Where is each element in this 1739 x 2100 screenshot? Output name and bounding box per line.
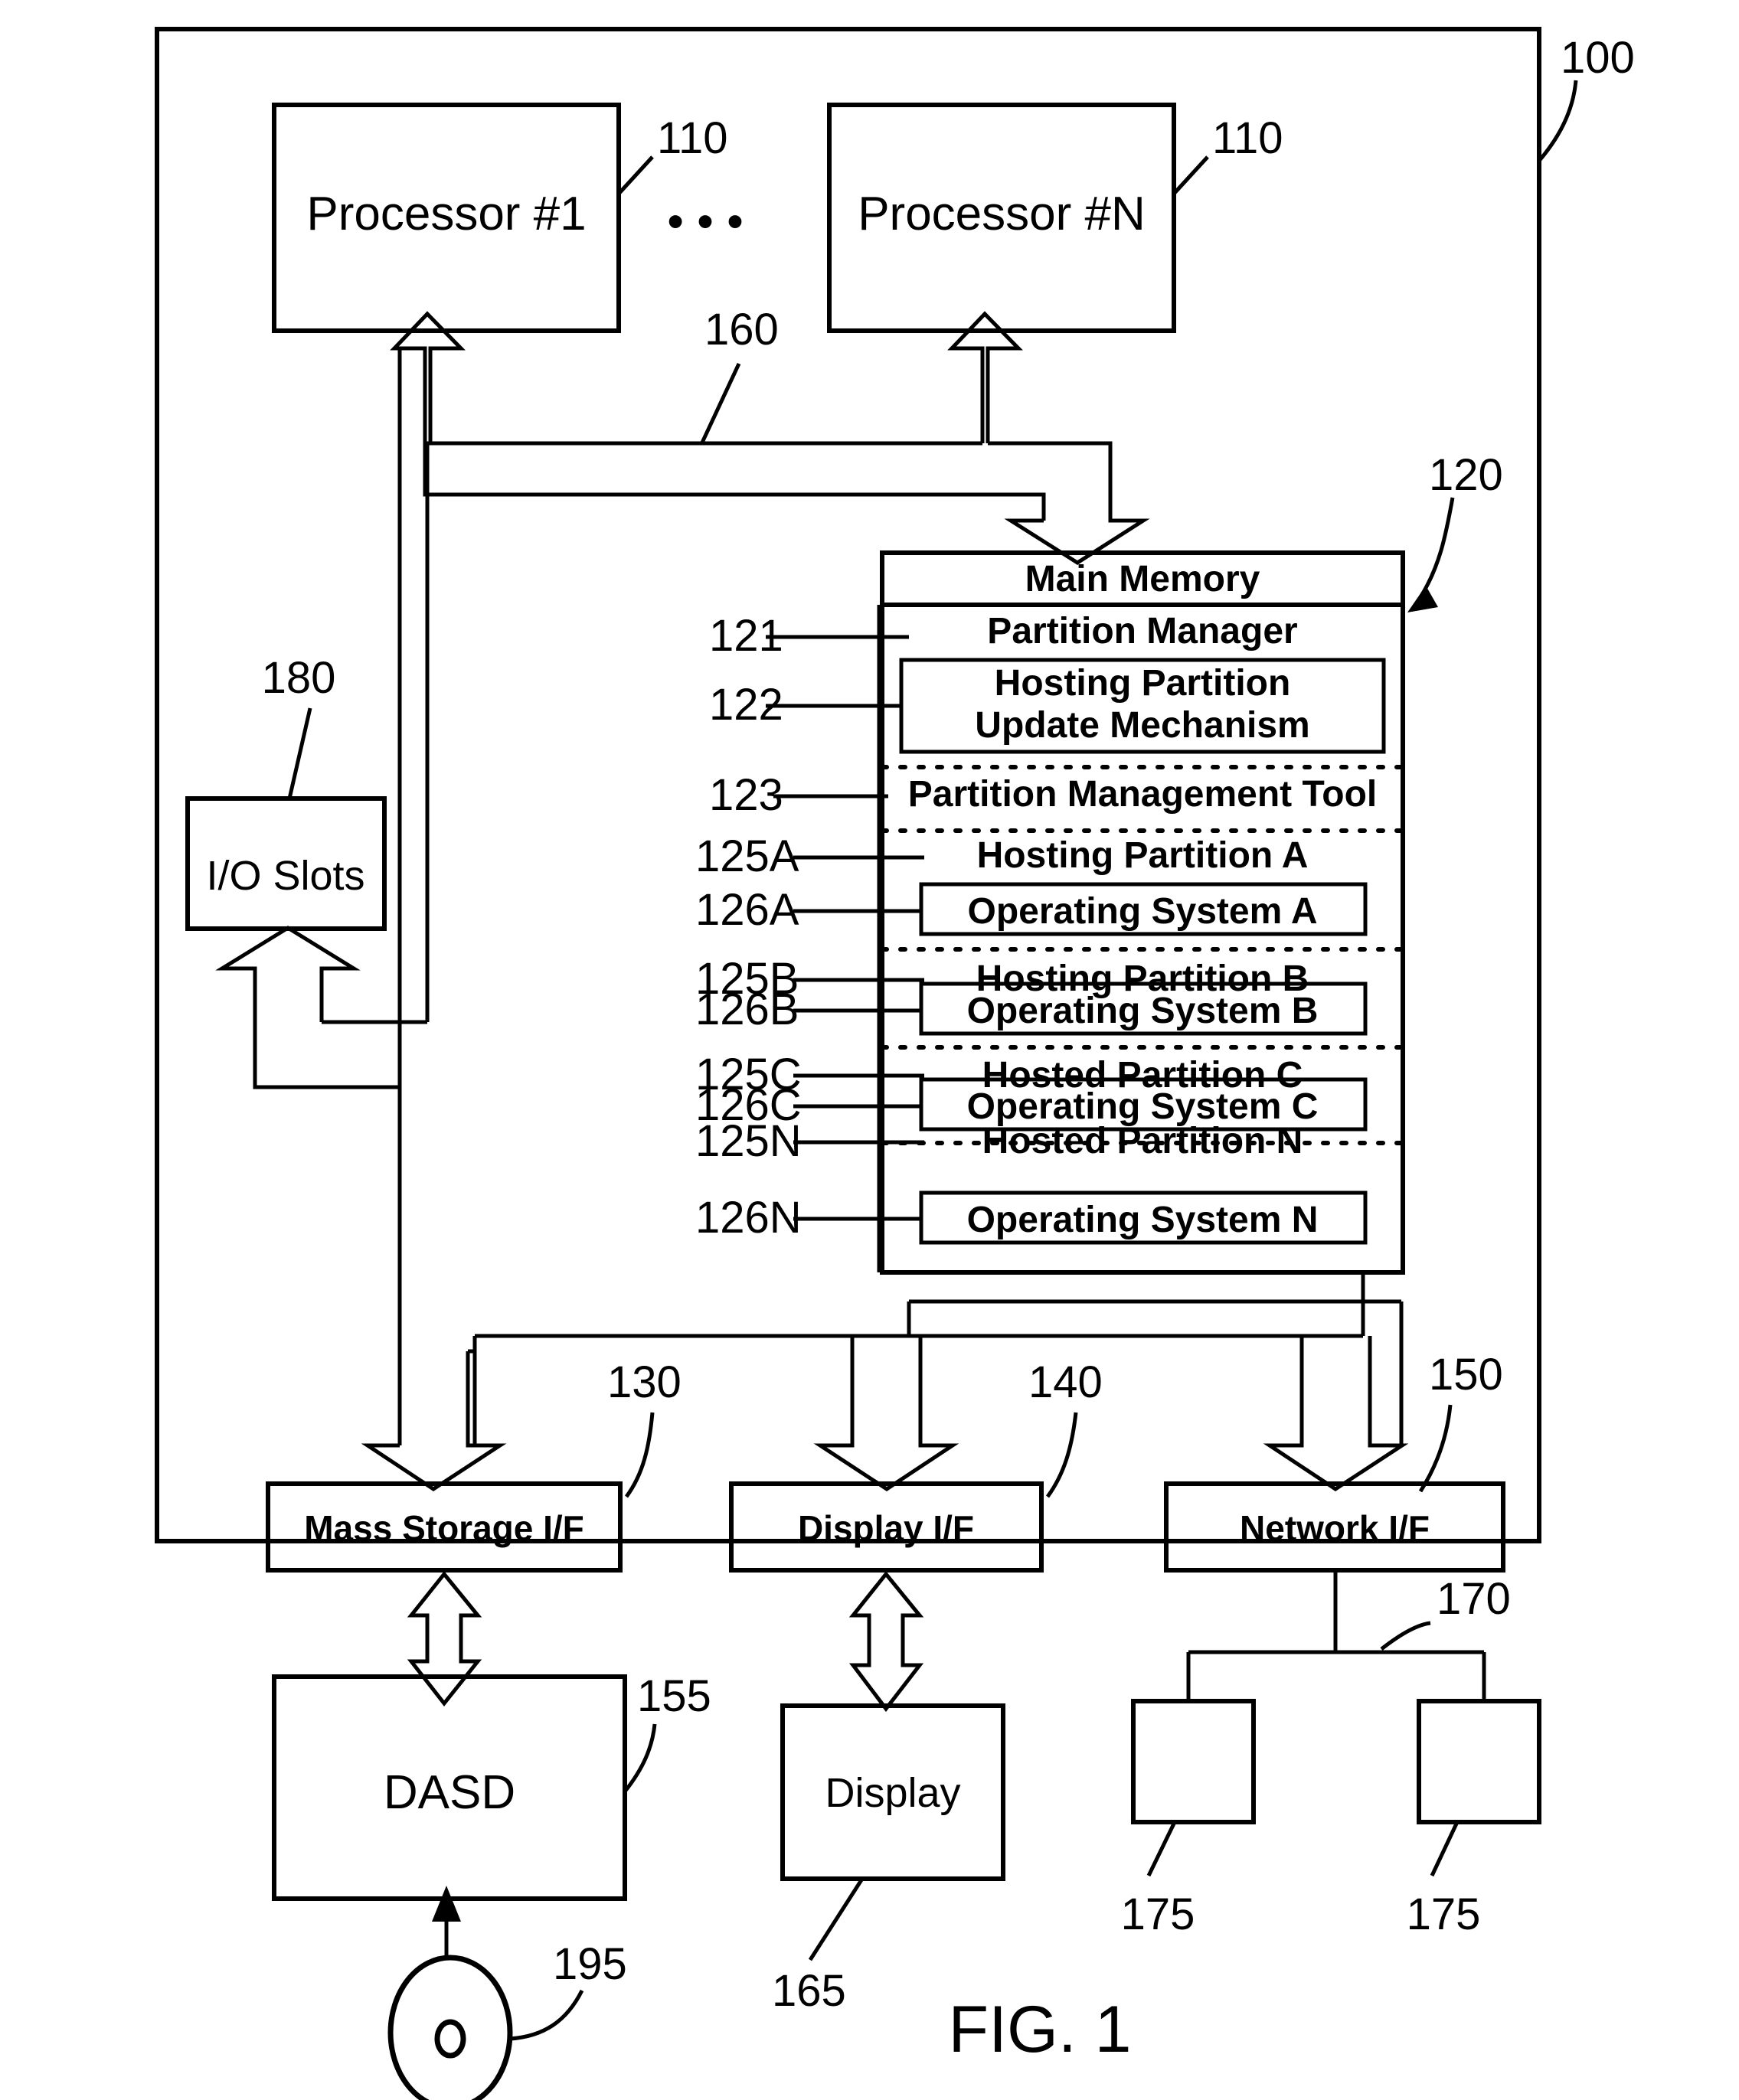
ref-leader-140 [1045,1412,1078,1498]
io-slots-label: I/O Slots [206,853,364,899]
ref-label-180: 180 [262,653,336,703]
ref-leader-130 [624,1412,655,1498]
processor-1-label: Processor #1 [306,188,586,240]
processors-ellipsis: • • • [667,195,744,248]
ref-label-126N: 126N [695,1193,802,1243]
ref-leader-100 [1538,80,1578,162]
ref-leader-170 [1380,1621,1431,1651]
bus-arrow-to-processor-1 [390,311,466,443]
ref-label-160: 160 [704,305,779,354]
ref-label-123: 123 [709,770,783,820]
io-slots-bus-connector-lower [253,1022,400,1089]
ref-leader-180 [287,707,312,799]
mass-storage-if-arrow [361,1351,507,1491]
ref-leader-120 [1418,497,1455,599]
memory-row-os-a: Operating System A [967,891,1317,932]
ref-label-175-left: 175 [1121,1889,1195,1939]
ref-leader-110-a [617,155,654,195]
ref-leader-165 [808,1877,865,1961]
display-if-arrow [813,1336,959,1491]
io-slots-arrow [215,926,361,1022]
bus-arrow-to-processor-n [947,311,1023,443]
ref-leader-160 [700,362,741,444]
ref-label-165: 165 [772,1966,846,2016]
ref-label-140: 140 [1028,1357,1103,1407]
ref-label-122: 122 [709,680,783,730]
ref-label-126A: 126A [695,885,799,935]
memory-row-hosting-partition-a: Hosting Partition A [977,835,1309,876]
ref-label-155: 155 [637,1671,711,1721]
ref-label-120: 120 [1429,450,1503,500]
bus-to-memory-right [988,441,1113,490]
memory-row-os-n: Operating System N [967,1200,1319,1240]
memory-row-update-mechanism-line1: Hosting Partition [995,663,1291,704]
network-node-right-box [1417,1699,1541,1824]
display-label: Display [825,1770,960,1816]
ref-label-170: 170 [1437,1574,1511,1624]
ref-leader-175-left [1146,1821,1177,1877]
mass-storage-if-label: Mass Storage I/F [304,1508,584,1548]
ref-label-100: 100 [1561,33,1635,83]
bus-trunk-lower [423,443,1046,521]
ref-label-195: 195 [553,1939,627,1989]
display-if-display-double-arrow [848,1571,924,1713]
network-node-left-box [1131,1699,1256,1824]
ref-label-125A: 125A [695,831,799,881]
memory-row-partition-management-tool: Partition Management Tool [908,774,1377,815]
ref-label-125N: 125N [695,1116,802,1166]
ref-label-150: 150 [1429,1350,1503,1399]
memory-row-partition-manager: Partition Manager [987,611,1297,652]
processor-n-label: Processor #N [858,188,1146,240]
ref-leader-110-b [1172,155,1209,195]
network-if-label: Network I/F [1240,1508,1430,1548]
media-disc-outer [387,1955,513,2100]
memory-row-hosted-partition-n: Hosted Partition N [982,1121,1303,1161]
mass-storage-dasd-double-arrow [407,1571,482,1707]
ref-label-126B: 126B [695,985,799,1034]
main-memory-title: Main Memory [1025,559,1260,599]
media-disc-hole [434,2019,466,2059]
ref-leader-195 [509,1989,584,2041]
media-arrow-head [432,1886,461,1922]
ref-leader-155 [623,1723,657,1793]
ref-leader-175-right [1430,1821,1460,1877]
dasd-label: DASD [384,1766,515,1819]
ref-label-110-a: 110 [657,113,727,163]
ref-label-130: 130 [607,1357,682,1407]
ref-label-175-right: 175 [1407,1889,1481,1939]
memory-row-update-mechanism-line2: Update Mechanism [975,705,1309,746]
ref-label-110-b: 110 [1212,113,1283,163]
patent-figure-1: 100 Processor #1 110 • • • Processor #N … [0,0,1739,2100]
ref-leader-150 [1418,1404,1453,1493]
ref-label-121: 121 [709,611,783,661]
network-if-arrow [1263,1336,1409,1491]
figure-caption: FIG. 1 [949,1993,1132,2066]
memory-row-os-b: Operating System B [967,991,1319,1031]
display-if-label: Display I/F [798,1508,974,1548]
